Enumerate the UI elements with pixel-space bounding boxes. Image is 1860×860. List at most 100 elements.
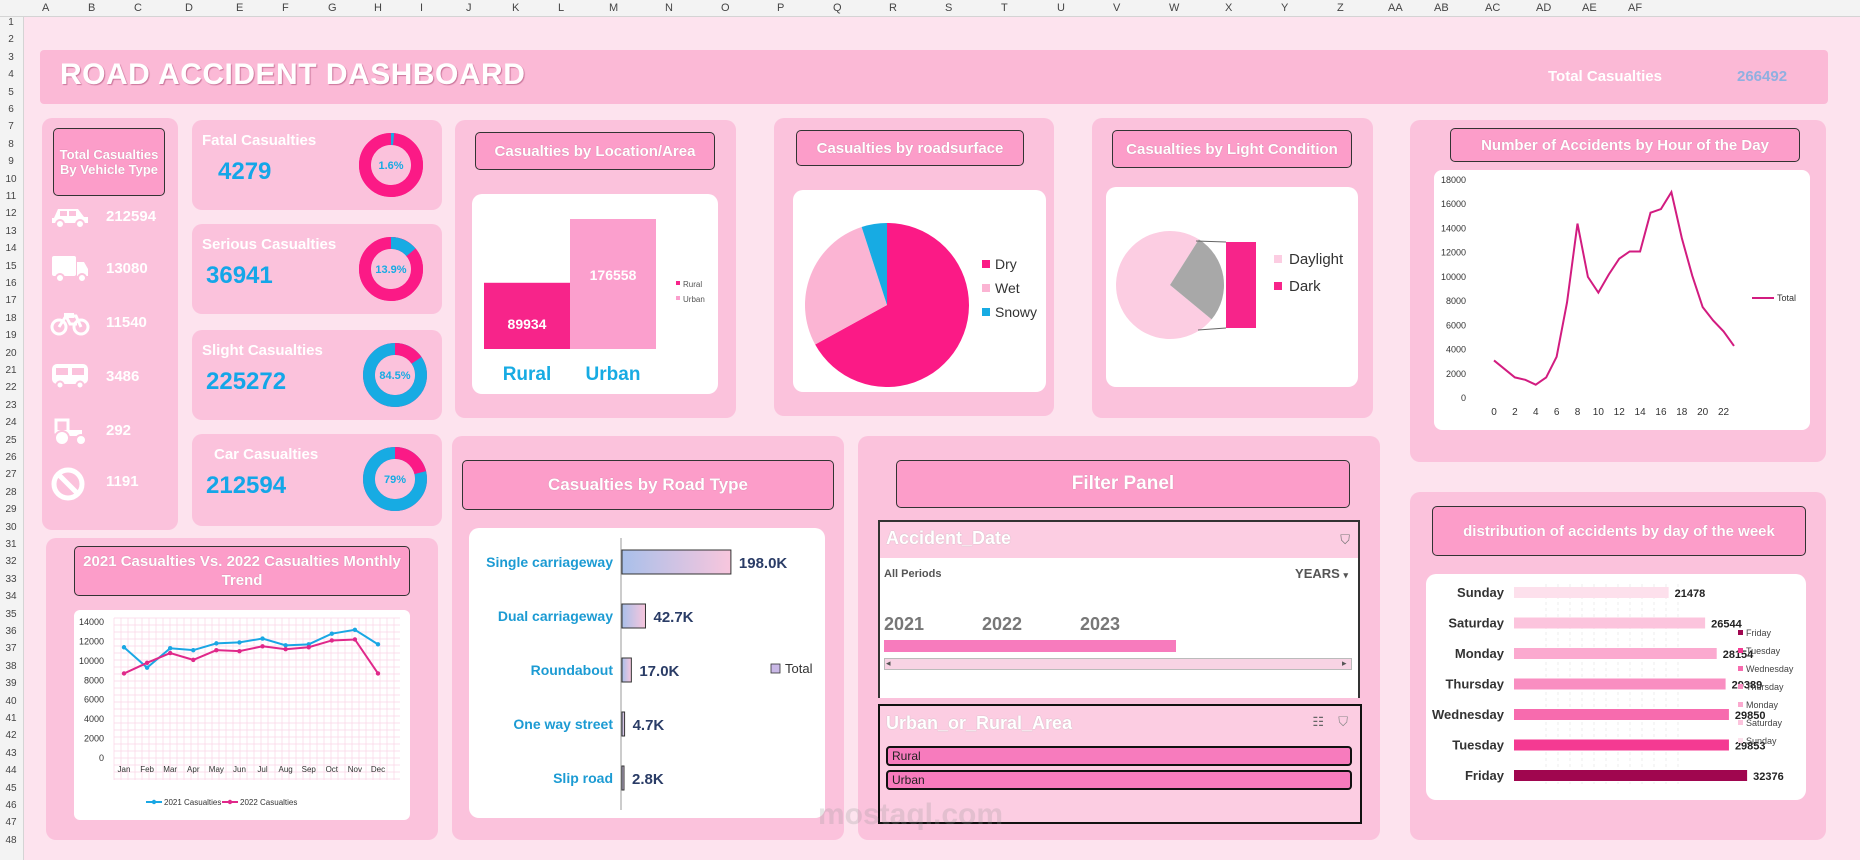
row-header-47[interactable]: 47 <box>0 817 22 828</box>
column-header-U[interactable]: U <box>1057 2 1065 14</box>
date-slicer-level-dropdown[interactable]: YEARS ▾ <box>1295 566 1348 581</box>
row-header-1[interactable]: 1 <box>0 17 22 28</box>
row-header-37[interactable]: 37 <box>0 643 22 654</box>
monthly-trend-chart: 0 2000 4000 6000 8000 10000 12000 14000 Jan Feb Ma… <box>79 617 400 807</box>
row-header-30[interactable]: 30 <box>0 522 22 533</box>
column-header-L[interactable]: L <box>558 2 564 14</box>
row-header-2[interactable]: 2 <box>0 34 22 45</box>
column-header-F[interactable]: F <box>282 2 289 14</box>
row-header-26[interactable]: 26 <box>0 452 22 463</box>
column-header-Y[interactable]: Y <box>1281 2 1288 14</box>
column-header-AD[interactable]: AD <box>1536 2 1551 14</box>
row-header-9[interactable]: 9 <box>0 156 22 167</box>
kpi-card: Serious Casualties 36941 13.9% <box>192 224 442 314</box>
column-header-K[interactable]: K <box>512 2 519 14</box>
row-header-13[interactable]: 13 <box>0 226 22 237</box>
column-header-O[interactable]: O <box>721 2 730 14</box>
row-header-43[interactable]: 43 <box>0 748 22 759</box>
row-header-40[interactable]: 40 <box>0 696 22 707</box>
row-header-16[interactable]: 16 <box>0 278 22 289</box>
row-header-44[interactable]: 44 <box>0 765 22 776</box>
row-header-11[interactable]: 11 <box>0 191 22 202</box>
row-header-7[interactable]: 7 <box>0 121 22 132</box>
row-header-28[interactable]: 28 <box>0 487 22 498</box>
area-slicer-clear-icon[interactable]: ⛉ <box>1338 714 1348 730</box>
row-header-6[interactable]: 6 <box>0 104 22 115</box>
column-header-AF[interactable]: AF <box>1628 2 1642 14</box>
row-header-29[interactable]: 29 <box>0 504 22 515</box>
row-header-36[interactable]: 36 <box>0 626 22 637</box>
column-header-AB[interactable]: AB <box>1434 2 1449 14</box>
column-header-C[interactable]: C <box>134 2 142 14</box>
row-header-38[interactable]: 38 <box>0 661 22 672</box>
row-header-19[interactable]: 19 <box>0 330 22 341</box>
scroll-right-icon[interactable]: ▸ <box>1342 658 1347 669</box>
row-header-24[interactable]: 24 <box>0 417 22 428</box>
column-header-AE[interactable]: AE <box>1582 2 1597 14</box>
column-header-E[interactable]: E <box>236 2 243 14</box>
column-header-M[interactable]: M <box>609 2 618 14</box>
column-header-N[interactable]: N <box>665 2 673 14</box>
row-header-12[interactable]: 12 <box>0 208 22 219</box>
row-header-10[interactable]: 10 <box>0 174 22 185</box>
row-header-39[interactable]: 39 <box>0 678 22 689</box>
row-header-4[interactable]: 4 <box>0 69 22 80</box>
weekday-bar <box>1514 617 1706 629</box>
row-header-25[interactable]: 25 <box>0 435 22 446</box>
column-header-S[interactable]: S <box>945 2 952 14</box>
column-header-V[interactable]: V <box>1113 2 1120 14</box>
row-header-33[interactable]: 33 <box>0 574 22 585</box>
column-header-Z[interactable]: Z <box>1337 2 1344 14</box>
column-header-AA[interactable]: AA <box>1388 2 1403 14</box>
row-header-18[interactable]: 18 <box>0 313 22 324</box>
column-header-P[interactable]: P <box>777 2 784 14</box>
row-header-45[interactable]: 45 <box>0 783 22 794</box>
date-slicer[interactable]: Accident_Date ⛉ All Periods YEARS ▾ 2021… <box>878 520 1360 698</box>
row-header-41[interactable]: 41 <box>0 713 22 724</box>
row-header-46[interactable]: 46 <box>0 800 22 811</box>
column-header-D[interactable]: D <box>185 2 193 14</box>
row-header-31[interactable]: 31 <box>0 539 22 550</box>
year-2022[interactable]: 2022 <box>982 614 1022 635</box>
date-slicer-scrollbar[interactable] <box>884 658 1352 670</box>
row-header-21[interactable]: 21 <box>0 365 22 376</box>
column-header-W[interactable]: W <box>1169 2 1179 14</box>
date-slicer-timeline-bar[interactable] <box>884 640 1176 652</box>
year-2023[interactable]: 2023 <box>1080 614 1120 635</box>
row-header-5[interactable]: 5 <box>0 87 22 98</box>
row-header-32[interactable]: 32 <box>0 556 22 567</box>
column-header-R[interactable]: R <box>889 2 897 14</box>
scroll-left-icon[interactable]: ◂ <box>886 658 891 669</box>
column-header-Q[interactable]: Q <box>833 2 842 14</box>
row-header-17[interactable]: 17 <box>0 295 22 306</box>
row-header-22[interactable]: 22 <box>0 382 22 393</box>
column-header-H[interactable]: H <box>374 2 382 14</box>
column-header-J[interactable]: J <box>466 2 472 14</box>
column-header-A[interactable]: A <box>42 2 49 14</box>
row-header-23[interactable]: 23 <box>0 400 22 411</box>
area-item-rural[interactable]: Rural <box>886 746 1352 766</box>
date-slicer-clear-icon[interactable]: ⛉ <box>1340 532 1350 548</box>
legend-label: Snowy <box>995 304 1037 320</box>
row-header-20[interactable]: 20 <box>0 348 22 359</box>
row-header-48[interactable]: 48 <box>0 835 22 846</box>
row-header-3[interactable]: 3 <box>0 52 22 63</box>
row-header-8[interactable]: 8 <box>0 139 22 150</box>
column-header-X[interactable]: X <box>1225 2 1232 14</box>
year-2021[interactable]: 2021 <box>884 614 924 635</box>
column-header-I[interactable]: I <box>420 2 423 14</box>
multi-select-icon[interactable]: ☷ <box>1312 714 1324 730</box>
row-header-14[interactable]: 14 <box>0 243 22 254</box>
column-header-B[interactable]: B <box>88 2 95 14</box>
area-item-urban[interactable]: Urban <box>886 770 1352 790</box>
row-header-34[interactable]: 34 <box>0 591 22 602</box>
row-header-15[interactable]: 15 <box>0 261 22 272</box>
row-header-27[interactable]: 27 <box>0 469 22 480</box>
column-header-T[interactable]: T <box>1001 2 1008 14</box>
weekday-bar <box>1514 678 1726 690</box>
vehicle-type-value: 212594 <box>106 208 157 225</box>
row-header-35[interactable]: 35 <box>0 609 22 620</box>
column-header-AC[interactable]: AC <box>1485 2 1500 14</box>
column-header-G[interactable]: G <box>328 2 337 14</box>
row-header-42[interactable]: 42 <box>0 730 22 741</box>
